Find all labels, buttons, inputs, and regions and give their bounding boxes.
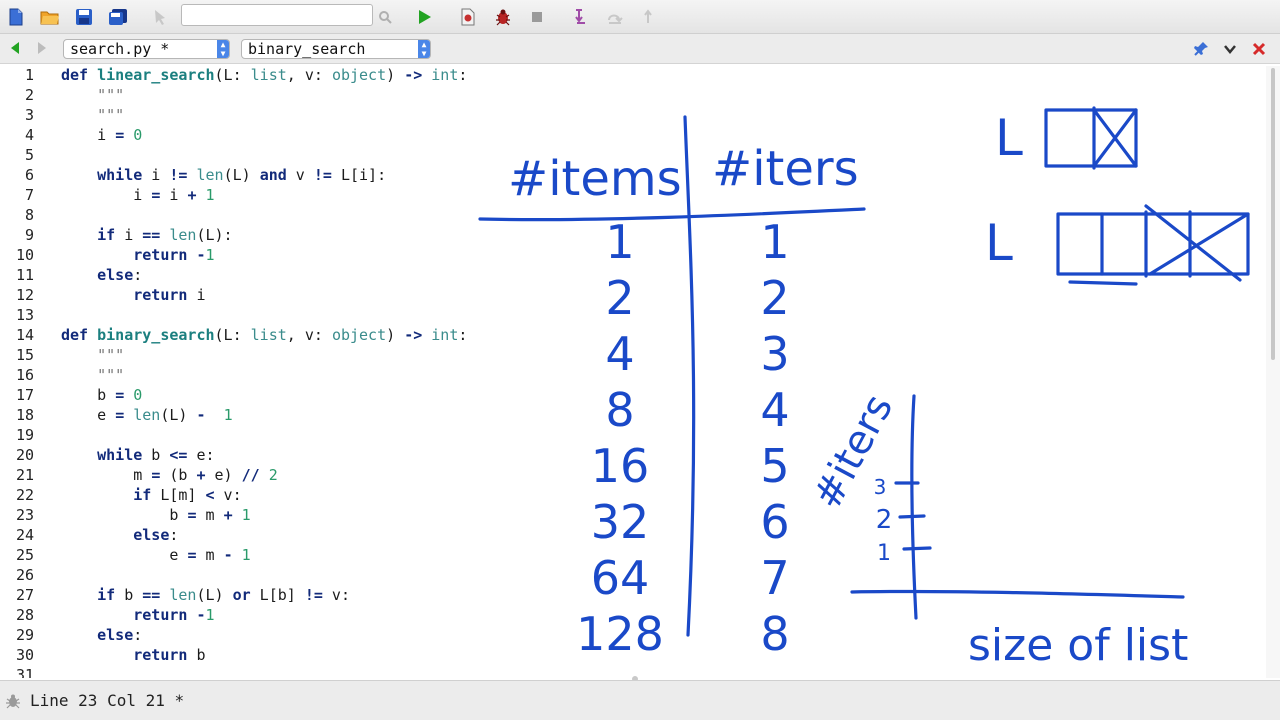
new-file-icon[interactable]: [5, 6, 27, 28]
code-line: else:: [133, 526, 179, 544]
line-number: 13: [15, 306, 34, 324]
line-number: 11: [15, 266, 34, 284]
step-over-icon[interactable]: [604, 6, 626, 28]
save-icon[interactable]: [73, 6, 95, 28]
code-line: else:: [97, 626, 143, 644]
chevron-down-icon[interactable]: [1222, 41, 1238, 57]
step-into-icon[interactable]: [570, 6, 592, 28]
code-line: b = m + 1: [61, 506, 251, 524]
close-icon[interactable]: [1251, 41, 1267, 57]
line-number: 17: [15, 386, 34, 404]
line-number: 19: [15, 426, 34, 444]
code-line: if L[m] < v:: [133, 486, 242, 504]
line-number: 18: [15, 406, 34, 424]
line-number: 30: [15, 646, 34, 664]
code-line: """: [97, 366, 125, 384]
line-number: 25: [15, 546, 34, 564]
select-chevron-icon: ▲ ▼: [217, 40, 229, 58]
pin-icon[interactable]: [1193, 41, 1209, 57]
search-input[interactable]: [181, 4, 373, 26]
code-editor[interactable]: 1 2 3 4 5 6 7 8 9 10 11 12 13 14 15 16 17 18 19 20 21 22 23 24 2…: [0, 66, 1266, 678]
line-number: 15: [15, 346, 34, 364]
file-select-value: search.py *: [70, 40, 170, 58]
function-select-value: binary_search: [248, 40, 366, 58]
stop-icon[interactable]: [526, 6, 548, 28]
file-select[interactable]: search.py * ▲ ▼: [63, 39, 230, 59]
run-icon[interactable]: [413, 6, 435, 28]
back-arrow-icon[interactable]: [8, 41, 22, 55]
line-number: 2: [24, 86, 34, 104]
code-line: """: [97, 106, 125, 124]
line-number: 31: [15, 666, 34, 678]
line-number: 16: [15, 366, 34, 384]
debug-file-icon[interactable]: [457, 6, 479, 28]
line-number: 12: [15, 286, 34, 304]
line-number-gutter: 1 2 3 4 5 6 7 8 9 10 11 12 13 14 15 16 17 18 19 20 21 22 23 24 2…: [0, 66, 38, 678]
code-line: return i: [133, 286, 206, 304]
line-number: 10: [15, 246, 34, 264]
line-number: 24: [15, 526, 34, 544]
line-number: 3: [24, 106, 34, 124]
line-number: 4: [24, 126, 34, 144]
status-bar: Line 23 Col 21 *: [0, 680, 1280, 720]
code-line: if i == len(L):: [97, 226, 233, 244]
step-out-icon[interactable]: [638, 6, 660, 28]
line-number: 1: [24, 66, 34, 84]
toolbar: [0, 0, 1280, 34]
code-line: return -1: [133, 246, 215, 264]
pointer-icon[interactable]: [150, 6, 172, 28]
bug-icon[interactable]: [492, 6, 514, 28]
line-number: 21: [15, 466, 34, 484]
search-icon[interactable]: [374, 6, 396, 28]
navigation-bar: search.py * ▲ ▼ binary_search ▲ ▼: [0, 34, 1280, 64]
cursor-position-status: Line 23 Col 21 *: [30, 691, 185, 710]
line-number: 6: [24, 166, 34, 184]
line-number: 8: [24, 206, 34, 224]
code-line: return b: [133, 646, 206, 664]
code-line: b = 0: [61, 386, 143, 404]
line-number: 5: [24, 146, 34, 164]
code-line: i = 0: [61, 126, 143, 144]
line-number: 23: [15, 506, 34, 524]
code-line: i = i + 1: [61, 186, 215, 204]
line-number: 29: [15, 626, 34, 644]
forward-arrow-icon[interactable]: [35, 41, 49, 55]
code-line: def binary_search(L: list, v: object) ->…: [61, 326, 468, 344]
line-number: 26: [15, 566, 34, 584]
line-number: 20: [15, 446, 34, 464]
line-number: 14: [15, 326, 34, 344]
line-number: 27: [15, 586, 34, 604]
code-line: e = len(L) - 1: [61, 406, 233, 424]
code-line: m = (b + e) // 2: [61, 466, 278, 484]
code-line: """: [97, 346, 125, 364]
vertical-scrollbar[interactable]: [1266, 66, 1280, 678]
code-line: return -1: [133, 606, 215, 624]
line-number: 9: [24, 226, 34, 244]
line-number: 22: [15, 486, 34, 504]
code-line: if b == len(L) or L[b] != v:: [97, 586, 350, 604]
line-number: 7: [24, 186, 34, 204]
code-line: """: [97, 86, 125, 104]
scrollbar-thumb[interactable]: [1271, 68, 1275, 360]
code-line: e = m - 1: [61, 546, 251, 564]
code-line: while b <= e:: [97, 446, 215, 464]
save-all-icon[interactable]: [107, 6, 129, 28]
bug-status-icon: [6, 694, 20, 709]
line-number: 28: [15, 606, 34, 624]
code-line: def linear_search(L: list, v: object) ->…: [61, 66, 468, 84]
select-chevron-icon: ▲ ▼: [418, 40, 430, 58]
function-select[interactable]: binary_search ▲ ▼: [241, 39, 431, 59]
code-line: else:: [97, 266, 143, 284]
code-line: while i != len(L) and v != L[i]:: [97, 166, 387, 184]
open-folder-icon[interactable]: [39, 6, 61, 28]
